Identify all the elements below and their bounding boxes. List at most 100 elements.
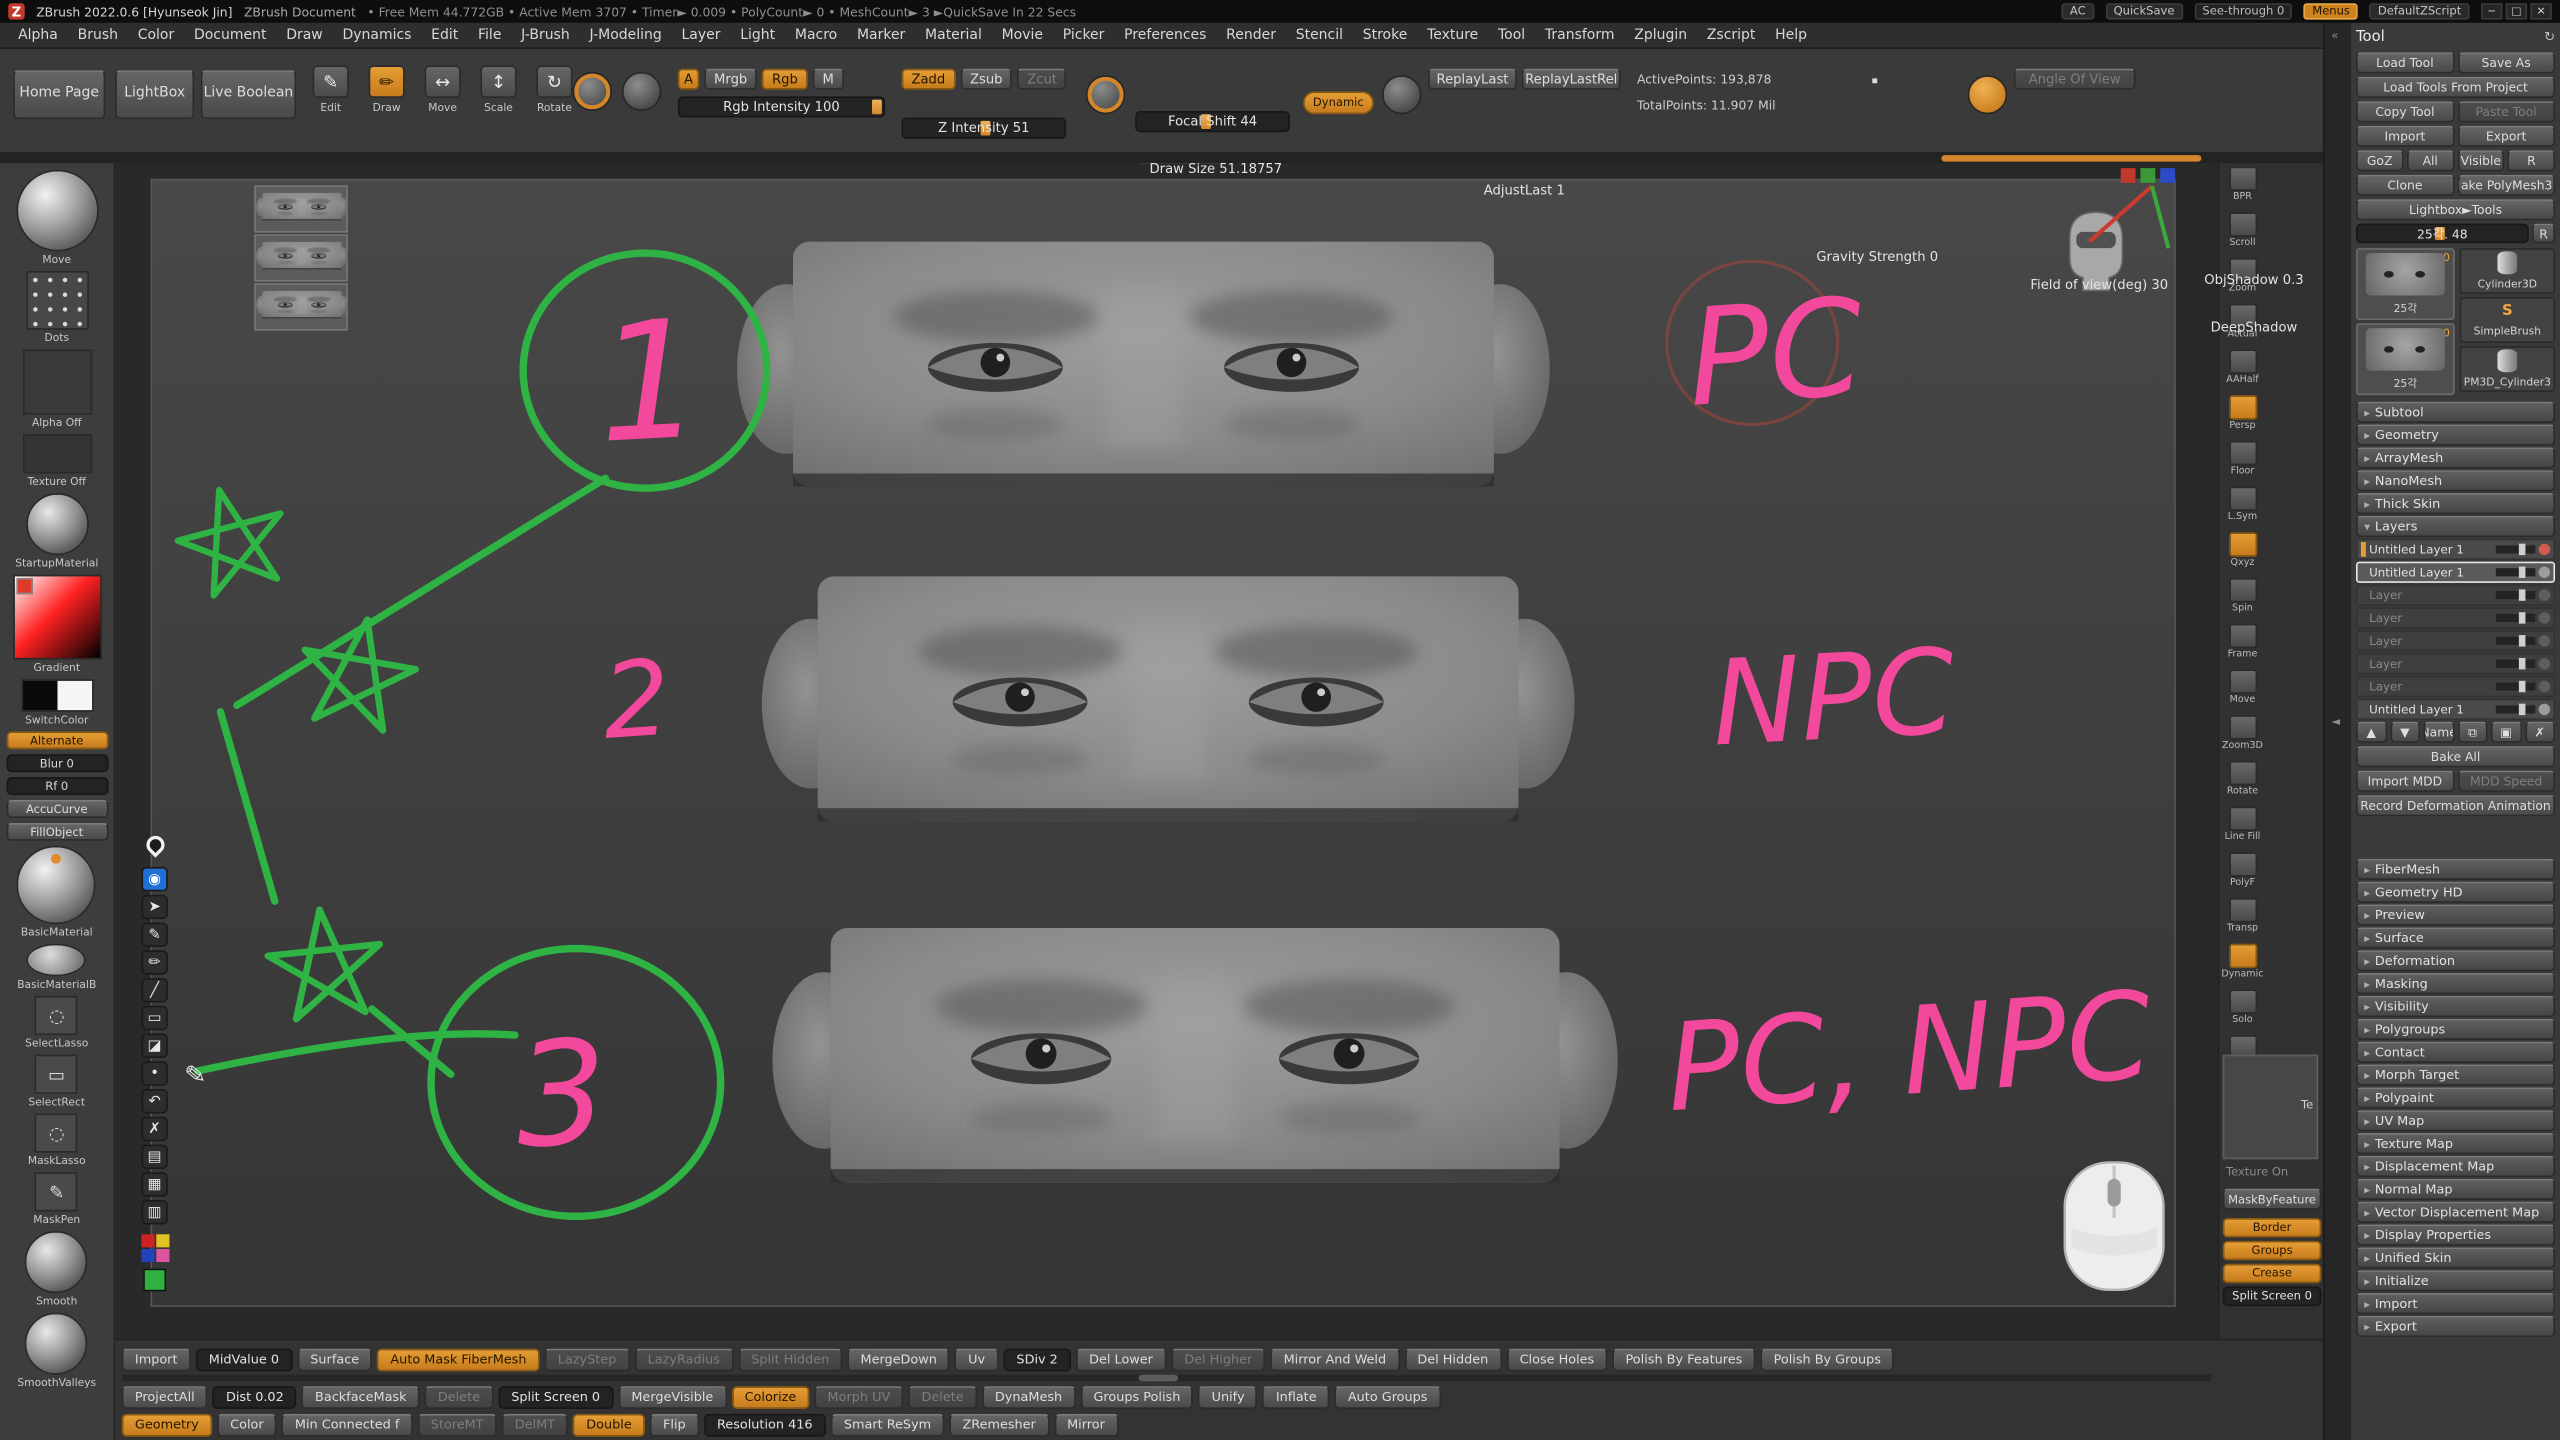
mdd-speed-button[interactable]: MDD Speed: [2457, 771, 2555, 792]
rightshelf-floor[interactable]: Floor: [2221, 441, 2264, 487]
mode-move[interactable]: ↔ Move: [418, 65, 467, 114]
menu-transform[interactable]: Transform: [1537, 25, 1623, 45]
sculpt-zsub[interactable]: Zsub: [960, 69, 1012, 90]
bottom-unify[interactable]: Unify: [1198, 1385, 1257, 1408]
eraser-icon[interactable]: ◪: [141, 1033, 167, 1057]
home-page-button[interactable]: Home Page: [13, 70, 105, 119]
tool-clone[interactable]: Clone: [2356, 175, 2454, 196]
menu-material[interactable]: Material: [917, 25, 990, 45]
replay-icon[interactable]: [1382, 75, 1421, 114]
leftbar-blur-0[interactable]: Blur 0: [6, 754, 108, 772]
leftbar-switchcolor[interactable]: SwitchColor: [12, 679, 101, 726]
replay-last-button[interactable]: ReplayLast: [1428, 69, 1517, 90]
bottom-import[interactable]: Import: [122, 1348, 191, 1371]
layer-intensity-slider[interactable]: [2496, 545, 2535, 553]
bake-all-button[interactable]: Bake All: [2356, 746, 2555, 767]
refresh-icon[interactable]: ↻: [2544, 29, 2555, 44]
mask-by-feature-button[interactable]: MaskByFeature: [2223, 1189, 2322, 1210]
leftbar-alternate[interactable]: Alternate: [6, 731, 108, 749]
bottom-groups-polish[interactable]: Groups Polish: [1080, 1385, 1193, 1408]
section-masking[interactable]: ▸Masking: [2356, 973, 2555, 994]
rightshelf-line-fill[interactable]: Line Fill: [2221, 807, 2264, 853]
bottom-dist-0-02[interactable]: Dist 0.02: [213, 1385, 297, 1408]
color-palette[interactable]: [141, 1234, 169, 1262]
sculpt-zadd[interactable]: Zadd: [902, 69, 956, 90]
leftbar-dots[interactable]: Dots: [12, 271, 101, 344]
layer-eye-icon[interactable]: [2539, 704, 2551, 715]
section-geometry[interactable]: ▸Geometry: [2356, 424, 2555, 445]
bottom-smart-resym[interactable]: Smart ReSym: [831, 1413, 945, 1436]
menu-dynamics[interactable]: Dynamics: [334, 25, 419, 45]
tool-make-polymesh3d[interactable]: Make PolyMesh3D: [2457, 175, 2555, 196]
section-subtool[interactable]: ▸Subtool: [2356, 402, 2555, 423]
leftbar-maskpen[interactable]: ✎ MaskPen: [17, 1172, 96, 1226]
tool-visible[interactable]: Visible: [2457, 150, 2504, 171]
collapse-arrow-icon[interactable]: «: [2331, 29, 2338, 42]
layer-eye-icon[interactable]: [2539, 635, 2551, 646]
leftbar-texture-off[interactable]: Texture Off: [12, 434, 101, 488]
tool-goz[interactable]: GoZ: [2356, 150, 2403, 171]
menu-file[interactable]: File: [470, 25, 510, 45]
rightshelf-aahalf[interactable]: AAHalf: [2221, 349, 2264, 395]
leftbar-alpha-off[interactable]: Alpha Off: [12, 349, 101, 429]
bottom-double[interactable]: Double: [573, 1413, 645, 1436]
menu-zplugin[interactable]: Zplugin: [1626, 25, 1695, 45]
layer-eye-icon[interactable]: [2539, 612, 2551, 623]
bottom-split-hidden[interactable]: Split Hidden: [738, 1348, 842, 1371]
rightshelf-frame[interactable]: Frame: [2221, 624, 2264, 670]
layer-intensity-slider[interactable]: [2496, 682, 2535, 690]
leftbar-gradient[interactable]: Gradient: [12, 575, 101, 675]
layer-eye-icon[interactable]: [2539, 567, 2551, 578]
canvas-render[interactable]: 1 2 3 PC NPC PC, NPC ✏: [115, 163, 2218, 1339]
divider-handle-icon[interactable]: ◄: [2331, 715, 2340, 728]
section-morph-target[interactable]: ▸Morph Target: [2356, 1064, 2555, 1085]
section-normal-map[interactable]: ▸Normal Map: [2356, 1179, 2555, 1200]
rightshelf-move[interactable]: Move: [2221, 669, 2264, 715]
bottom-sdiv-2[interactable]: SDiv 2: [1003, 1348, 1071, 1371]
window-button[interactable]: ✕: [2530, 3, 2551, 19]
trash-icon[interactable]: ✗: [141, 1117, 167, 1141]
leftbar-basicmaterial[interactable]: BasicMaterial: [17, 846, 96, 939]
layer-row[interactable]: Untitled Layer 1: [2356, 699, 2555, 720]
recent-tool-thumbnail[interactable]: 10 25각: [2356, 323, 2455, 395]
rightpanel-border[interactable]: Border: [2223, 1218, 2322, 1238]
window-button[interactable]: ─: [2481, 3, 2502, 19]
menu-texture[interactable]: Texture: [1419, 25, 1487, 45]
bottom-polish-by-features[interactable]: Polish By Features: [1612, 1348, 1755, 1371]
scroll-handle[interactable]: [1139, 1375, 1178, 1382]
bottom-surface[interactable]: Surface: [297, 1348, 372, 1371]
bottom-mergevisible[interactable]: MergeVisible: [618, 1385, 726, 1408]
leftbar-accucurve[interactable]: AccuCurve: [6, 800, 108, 818]
sculpt-mesh-top[interactable]: [737, 242, 1550, 487]
tool-lightbox-tools[interactable]: Lightbox►Tools: [2356, 199, 2555, 220]
menu-render[interactable]: Render: [1218, 25, 1284, 45]
layer-row[interactable]: Untitled Layer 1: [2356, 562, 2555, 583]
rightshelf-transp[interactable]: Transp: [2221, 898, 2264, 944]
bottom-delmt[interactable]: DelMT: [502, 1413, 569, 1436]
layer-tool--[interactable]: ▼: [2390, 722, 2420, 743]
leftbar-move[interactable]: Move: [12, 170, 101, 266]
clipboard-icon[interactable]: ▥: [141, 1200, 167, 1224]
layer-row[interactable]: Layer: [2356, 607, 2555, 628]
section-arraymesh[interactable]: ▸ArrayMesh: [2356, 447, 2555, 468]
history-thumbnails[interactable]: [255, 186, 348, 330]
layer-tool--[interactable]: ▣: [2491, 722, 2521, 743]
menu-stencil[interactable]: Stencil: [1287, 25, 1351, 45]
quicksave-button[interactable]: QuickSave: [2105, 3, 2182, 19]
bottom-del-lower[interactable]: Del Lower: [1076, 1348, 1166, 1371]
tool-thumb-simplebrush[interactable]: S SimpleBrush: [2460, 297, 2555, 343]
layer-eye-icon[interactable]: [2539, 589, 2551, 600]
layer-tool--[interactable]: ▲: [2356, 722, 2386, 743]
layer-row[interactable]: Untitled Layer 1: [2356, 539, 2555, 560]
leftbar-fillobject[interactable]: FillObject: [6, 823, 108, 841]
highlighter-icon[interactable]: ✏: [141, 950, 167, 974]
focal-shift-slider[interactable]: Focal Shift 44: [1135, 111, 1290, 132]
rgb-intensity-slider[interactable]: Rgb Intensity 100: [678, 96, 885, 117]
layer-tool-name[interactable]: Name: [2423, 722, 2453, 743]
bottom-storemt[interactable]: StoreMT: [418, 1413, 497, 1436]
bottom-resolution-416[interactable]: Resolution 416: [704, 1413, 826, 1436]
bottom-colorize[interactable]: Colorize: [731, 1385, 809, 1408]
menu-zscript[interactable]: Zscript: [1699, 25, 1764, 45]
layer-row[interactable]: Layer: [2356, 630, 2555, 651]
bottom-flip[interactable]: Flip: [650, 1413, 699, 1436]
